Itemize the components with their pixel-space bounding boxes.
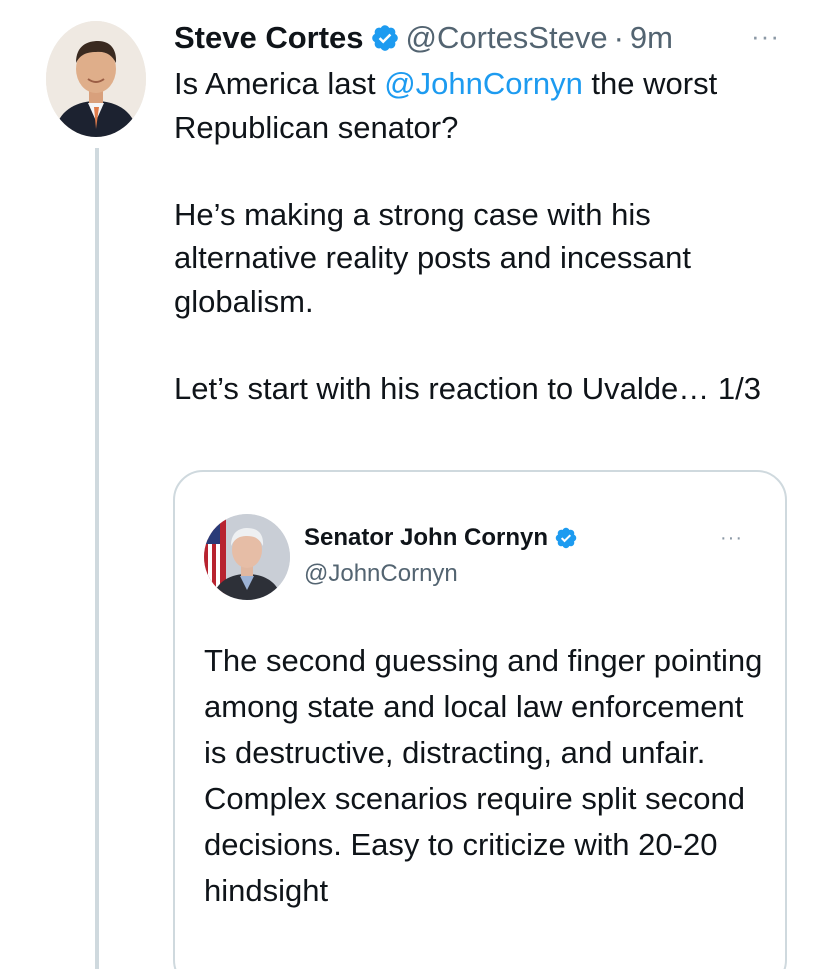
tweet-container[interactable]: Steve Cortes @CortesSteve · 9m ··· Is Am…: [0, 0, 828, 969]
mention-link[interactable]: @JohnCornyn: [384, 66, 583, 101]
verified-badge-icon: [554, 526, 578, 550]
quoted-author-name-row: Senator John Cornyn: [304, 524, 578, 552]
quoted-tweet-card[interactable]: Senator John Cornyn @JohnCornyn ··· The …: [173, 470, 787, 969]
tweet-paragraph-1: Is America last @JohnCornyn the worst Re…: [174, 62, 794, 149]
tweet-text-segment: Is America last: [174, 66, 385, 101]
tweet-paragraph-3: Let’s start with his reaction to Uvalde……: [174, 370, 761, 406]
profile-photo-icon: [204, 514, 290, 600]
more-options-icon[interactable]: ···: [751, 23, 780, 49]
tweet-timestamp[interactable]: 9m: [630, 20, 673, 56]
author-handle[interactable]: @CortesSteve: [406, 20, 608, 56]
author-display-name[interactable]: Steve Cortes: [174, 20, 364, 56]
quoted-author-avatar[interactable]: [204, 514, 290, 600]
quoted-author-handle[interactable]: @JohnCornyn: [304, 560, 458, 588]
verified-badge-icon: [370, 23, 400, 53]
quoted-tweet-text: The second guessing and finger pointing …: [204, 643, 763, 908]
more-options-icon[interactable]: ···: [720, 528, 743, 548]
author-avatar[interactable]: [46, 21, 146, 137]
quoted-author-display-name[interactable]: Senator John Cornyn: [304, 524, 548, 552]
tweet-header: Steve Cortes @CortesSteve · 9m: [174, 18, 673, 58]
thread-connector-line: [95, 148, 99, 969]
tweet-body: Is America last @JohnCornyn the worst Re…: [174, 62, 794, 410]
profile-photo-icon: [46, 21, 146, 137]
separator-dot: ·: [613, 20, 624, 55]
tweet-paragraph-2: He’s making a strong case with his alter…: [174, 196, 691, 319]
